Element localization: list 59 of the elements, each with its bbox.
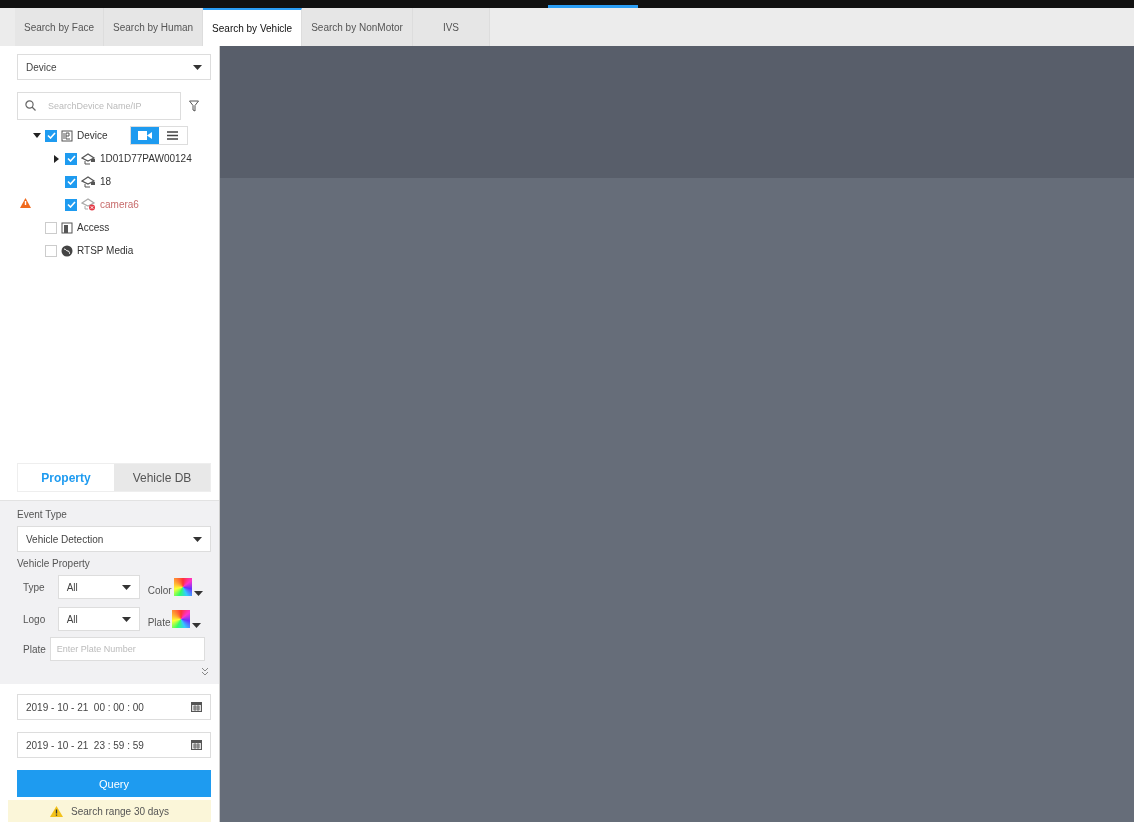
caret-icon [193, 536, 202, 542]
color-picker-icon[interactable] [173, 578, 192, 596]
tab[interactable]: Search by Vehicle [203, 8, 303, 46]
video-camera-icon [137, 131, 152, 140]
plate-input-field[interactable]: Enter Plate Number [49, 637, 205, 661]
type-dropdown[interactable]: All [57, 575, 140, 599]
device-icon [61, 129, 73, 142]
source-dropdown[interactable]: Device [17, 54, 211, 80]
checkbox[interactable] [65, 175, 77, 188]
color-picker-icon[interactable] [172, 610, 191, 628]
expanded-arrow-icon[interactable] [32, 133, 41, 138]
tree-item[interactable]: Device [77, 130, 108, 141]
caret-icon [193, 591, 203, 596]
caret-icon [121, 616, 131, 622]
field-label: Color [147, 585, 172, 596]
caret-icon [193, 64, 202, 70]
checkbox[interactable] [45, 221, 57, 234]
search-field[interactable]: SearchDevice Name/IP [17, 92, 181, 120]
filter-icon[interactable] [189, 100, 199, 112]
logo-dropdown[interactable]: All [57, 607, 140, 631]
caret-icon [121, 584, 131, 590]
calendar-icon[interactable] [191, 702, 202, 712]
field-label: Event Type [17, 509, 68, 520]
end-time-field[interactable]: 2019 - 10 - 21 23 : 59 : 59 [17, 732, 211, 758]
caret-icon [192, 623, 202, 628]
door-icon [61, 221, 73, 234]
checkbox[interactable] [45, 244, 57, 257]
tree-item[interactable]: 1D01D77PAW00124 [100, 153, 192, 164]
tab[interactable]: Search by Face [15, 8, 105, 46]
notice-text: Search range 30 days [71, 805, 169, 817]
tree-item[interactable]: 18 [100, 176, 112, 187]
camera-icon [81, 152, 96, 165]
camera-icon [81, 175, 96, 188]
tab[interactable]: Vehicle DB [114, 464, 210, 491]
tab[interactable]: Search by NonMotor [302, 8, 413, 46]
field-label: Plate [23, 643, 46, 655]
checkbox[interactable] [65, 198, 77, 211]
tree-item[interactable]: Access [77, 222, 110, 233]
warning-icon [50, 805, 64, 817]
tab[interactable]: IVS [412, 8, 490, 46]
event-type-dropdown[interactable]: Vehicle Detection [17, 526, 211, 552]
field-label: Type [23, 581, 46, 593]
view-toggle[interactable] [129, 126, 188, 145]
field-label: Logo [23, 613, 47, 625]
list-icon [167, 131, 179, 140]
tree-item[interactable]: camera6 [100, 199, 139, 210]
search-icon [25, 100, 36, 111]
globe-icon [61, 244, 73, 257]
camera-offline-icon [81, 198, 96, 211]
collapsed-arrow-icon[interactable] [54, 154, 59, 163]
calendar-icon[interactable] [191, 740, 202, 750]
section-label: Vehicle Property [17, 558, 91, 569]
field-label: Plate [147, 617, 171, 628]
double-chevron-icon[interactable] [201, 667, 209, 676]
tree-item[interactable]: RTSP Media [77, 245, 134, 256]
checkbox[interactable] [45, 129, 57, 142]
checkbox[interactable] [65, 152, 77, 165]
tab[interactable]: Search by Human [104, 8, 204, 46]
start-time-field[interactable]: 2019 - 10 - 21 00 : 00 : 00 [17, 694, 211, 720]
